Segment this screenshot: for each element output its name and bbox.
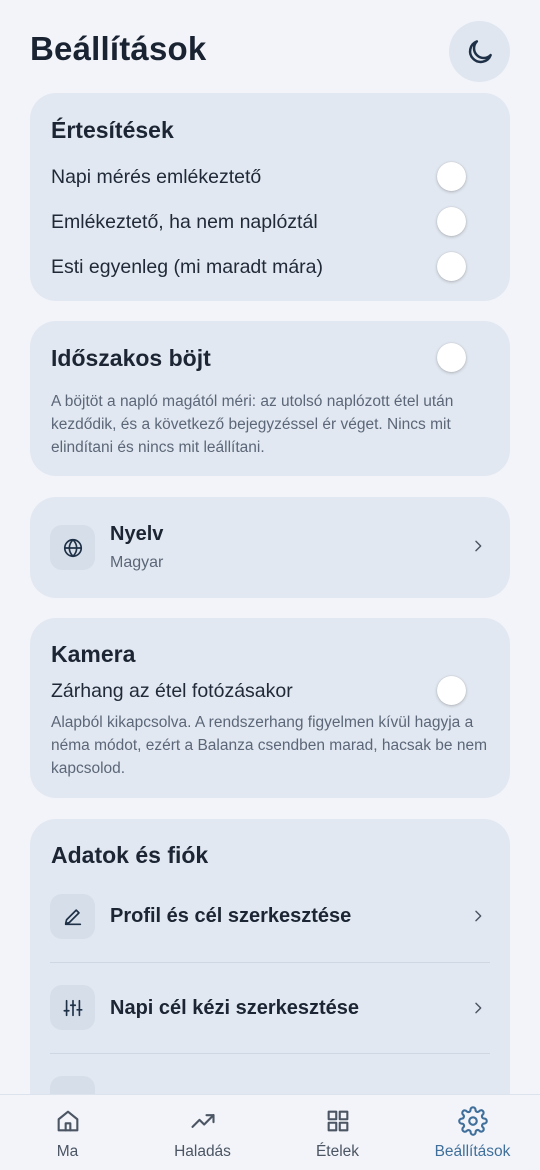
edit-daily-goal-label[interactable]: Napi cél kézi szerkesztése [110, 997, 359, 1020]
daily-goal-icon-box [50, 985, 95, 1030]
notifications-card: Értesítések Napi mérés emlékeztető Emlék… [30, 93, 510, 301]
home-icon [57, 1110, 78, 1132]
shutter-sound-toggle[interactable] [437, 676, 466, 705]
tab-label: Haladás [174, 1143, 231, 1160]
chevron-right-icon [470, 999, 486, 1017]
chevron-right-icon [470, 907, 486, 925]
tab-label: Ma [56, 1143, 79, 1160]
data-account-title: Adatok és fiók [51, 842, 209, 868]
grid-icon [327, 1110, 348, 1132]
daily-measure-reminder-label: Napi mérés emlékeztető [51, 166, 262, 188]
moon-icon [468, 39, 492, 63]
camera-card: Kamera Zárhang az étel fotózásakor Alapb… [30, 618, 510, 798]
not-logged-reminder-toggle[interactable] [437, 207, 466, 236]
fasting-description: A böjtöt a napló magától méri: az utolsó… [51, 393, 454, 456]
bottom-tab-bar: Ma Haladás Ételek Beállítások [0, 1094, 540, 1170]
divider [50, 962, 490, 963]
camera-description: Alapból kikapcsolva. A rendszerhang figy… [51, 714, 487, 777]
language-icon-box [50, 525, 95, 570]
tab-label: Ételek [315, 1143, 360, 1160]
camera-title: Kamera [51, 641, 136, 667]
profile-icon-box [50, 894, 95, 939]
page-title: Beállítások [30, 30, 207, 67]
language-label: Nyelv [110, 523, 164, 545]
header: Beállítások [0, 0, 540, 92]
fasting-card: Időszakos böjt A böjtöt a napló magától … [30, 321, 510, 476]
chevron-right-icon [470, 537, 486, 555]
evening-balance-toggle[interactable] [437, 252, 466, 281]
fasting-toggle[interactable] [437, 343, 466, 372]
tab-today[interactable]: Ma [0, 1095, 135, 1170]
globe-icon [63, 538, 82, 557]
daily-measure-reminder-toggle[interactable] [437, 162, 466, 191]
evening-balance-label: Esti egyenleg (mi maradt mára) [51, 256, 324, 278]
notifications-title: Értesítések [51, 117, 174, 143]
tab-foods[interactable]: Ételek [270, 1095, 405, 1170]
language-card[interactable]: Nyelv Magyar [30, 497, 510, 598]
fasting-title: Időszakos böjt [51, 345, 211, 371]
tab-label: Beállítások [434, 1143, 511, 1160]
tab-progress[interactable]: Haladás [135, 1095, 270, 1170]
sliders-icon [62, 999, 83, 1016]
theme-toggle-button[interactable] [449, 21, 510, 82]
gear-icon [457, 1106, 488, 1136]
divider [50, 1053, 490, 1054]
trend-up-icon [190, 1114, 215, 1128]
pencil-icon [64, 908, 81, 925]
language-value: Magyar [110, 554, 164, 571]
shutter-sound-label: Zárhang az étel fotózásakor [51, 680, 293, 702]
data-account-card: Adatok és fiók Profil és cél szerkesztés… [30, 819, 510, 1121]
edit-profile-goal-label[interactable]: Profil és cél szerkesztése [110, 905, 351, 928]
not-logged-reminder-label: Emlékeztető, ha nem naplóztál [51, 211, 318, 233]
tab-settings[interactable]: Beállítások [405, 1095, 540, 1170]
